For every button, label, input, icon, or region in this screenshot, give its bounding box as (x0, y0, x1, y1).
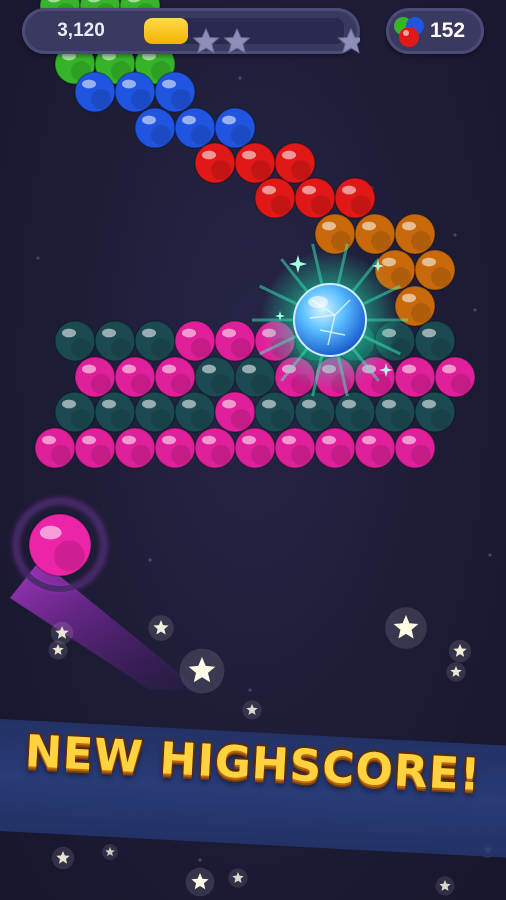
bubble-magenta (354, 427, 396, 469)
bubble-blue (174, 107, 216, 149)
bubble-red (234, 142, 276, 184)
bg-dot (473, 308, 477, 312)
bubble-blue (114, 71, 156, 113)
bubble-teal (234, 356, 276, 398)
bubble-magenta (154, 356, 196, 398)
score-progress-bar (144, 18, 344, 44)
score-panel: 3,120 (22, 8, 360, 54)
bubble-magenta (234, 427, 276, 469)
bubble-teal (294, 391, 336, 433)
star-sparkle-icon (179, 648, 225, 694)
bg-dot (238, 76, 242, 80)
score-progress-fill (144, 18, 188, 44)
bubble-teal (94, 320, 136, 362)
star-sparkle-icon (48, 640, 68, 660)
bg-dot (248, 688, 252, 692)
bubble-magenta (114, 427, 156, 469)
star-sparkle-icon (435, 876, 455, 896)
bubble-red (334, 177, 376, 219)
star-sparkle-icon (50, 621, 74, 645)
score-value: 3,120 (57, 20, 105, 41)
star-sparkle-icon (385, 607, 427, 649)
bubble-teal (254, 391, 296, 433)
bubble-magenta (114, 356, 156, 398)
bubble-counter-panel: 152 (386, 8, 484, 54)
star-sparkle-icon (448, 639, 472, 663)
bubble-magenta (74, 427, 116, 469)
bubble-red (254, 177, 296, 219)
bubble-teal (94, 391, 136, 433)
star-sparkle-icon (148, 615, 174, 641)
bubble-orange (354, 213, 396, 255)
bg-dot (453, 233, 457, 237)
bubble-magenta (274, 427, 316, 469)
bubble-teal (174, 391, 216, 433)
bubble-count-value: 152 (430, 19, 466, 42)
bubble-teal (134, 320, 176, 362)
star-sparkle-icon (102, 844, 118, 860)
bubble-magenta (34, 427, 76, 469)
bubble-teal (414, 391, 456, 433)
bubble-magenta (394, 356, 436, 398)
shooter-bubble (28, 513, 92, 577)
bubble-teal (414, 320, 456, 362)
star-sparkle-icon (242, 700, 262, 720)
star-sparkle-icon (51, 846, 75, 870)
bubble-magenta (194, 427, 236, 469)
bubble-magenta (314, 427, 356, 469)
bubble-magenta (394, 427, 436, 469)
bubble-teal (374, 391, 416, 433)
bubble-red (294, 177, 336, 219)
bubble-teal (134, 391, 176, 433)
crystal-ice-bubble (293, 283, 367, 357)
bubble-blue (134, 107, 176, 149)
bubble-magenta (154, 427, 196, 469)
bubble-blue (154, 71, 196, 113)
bubble-magenta (214, 391, 256, 433)
bubble-teal (54, 320, 96, 362)
bubble-teal (54, 391, 96, 433)
bubble-magenta (174, 320, 216, 362)
star-sparkle-icon (446, 662, 466, 682)
star-sparkle-icon (185, 867, 215, 897)
bubble-orange (414, 249, 456, 291)
bubble-teal (194, 356, 236, 398)
bubble-teal (334, 391, 376, 433)
bubble-red (194, 142, 236, 184)
bubble-magenta (74, 356, 116, 398)
bg-dot (488, 553, 492, 557)
bubble-blue (74, 71, 116, 113)
bubble-blue (214, 107, 256, 149)
star-sparkle-icon (228, 868, 248, 888)
bubbles-icon (394, 17, 424, 47)
bg-dot (36, 256, 40, 260)
bubble-magenta (214, 320, 256, 362)
bubble-red (274, 142, 316, 184)
bg-dot (148, 558, 152, 562)
bubble-orange (394, 213, 436, 255)
bg-dot (198, 858, 202, 862)
bubble-orange (314, 213, 356, 255)
bubble-magenta (434, 356, 476, 398)
game-stage[interactable]: 3,120 152 NEW HIGHSCORE! (0, 0, 506, 900)
